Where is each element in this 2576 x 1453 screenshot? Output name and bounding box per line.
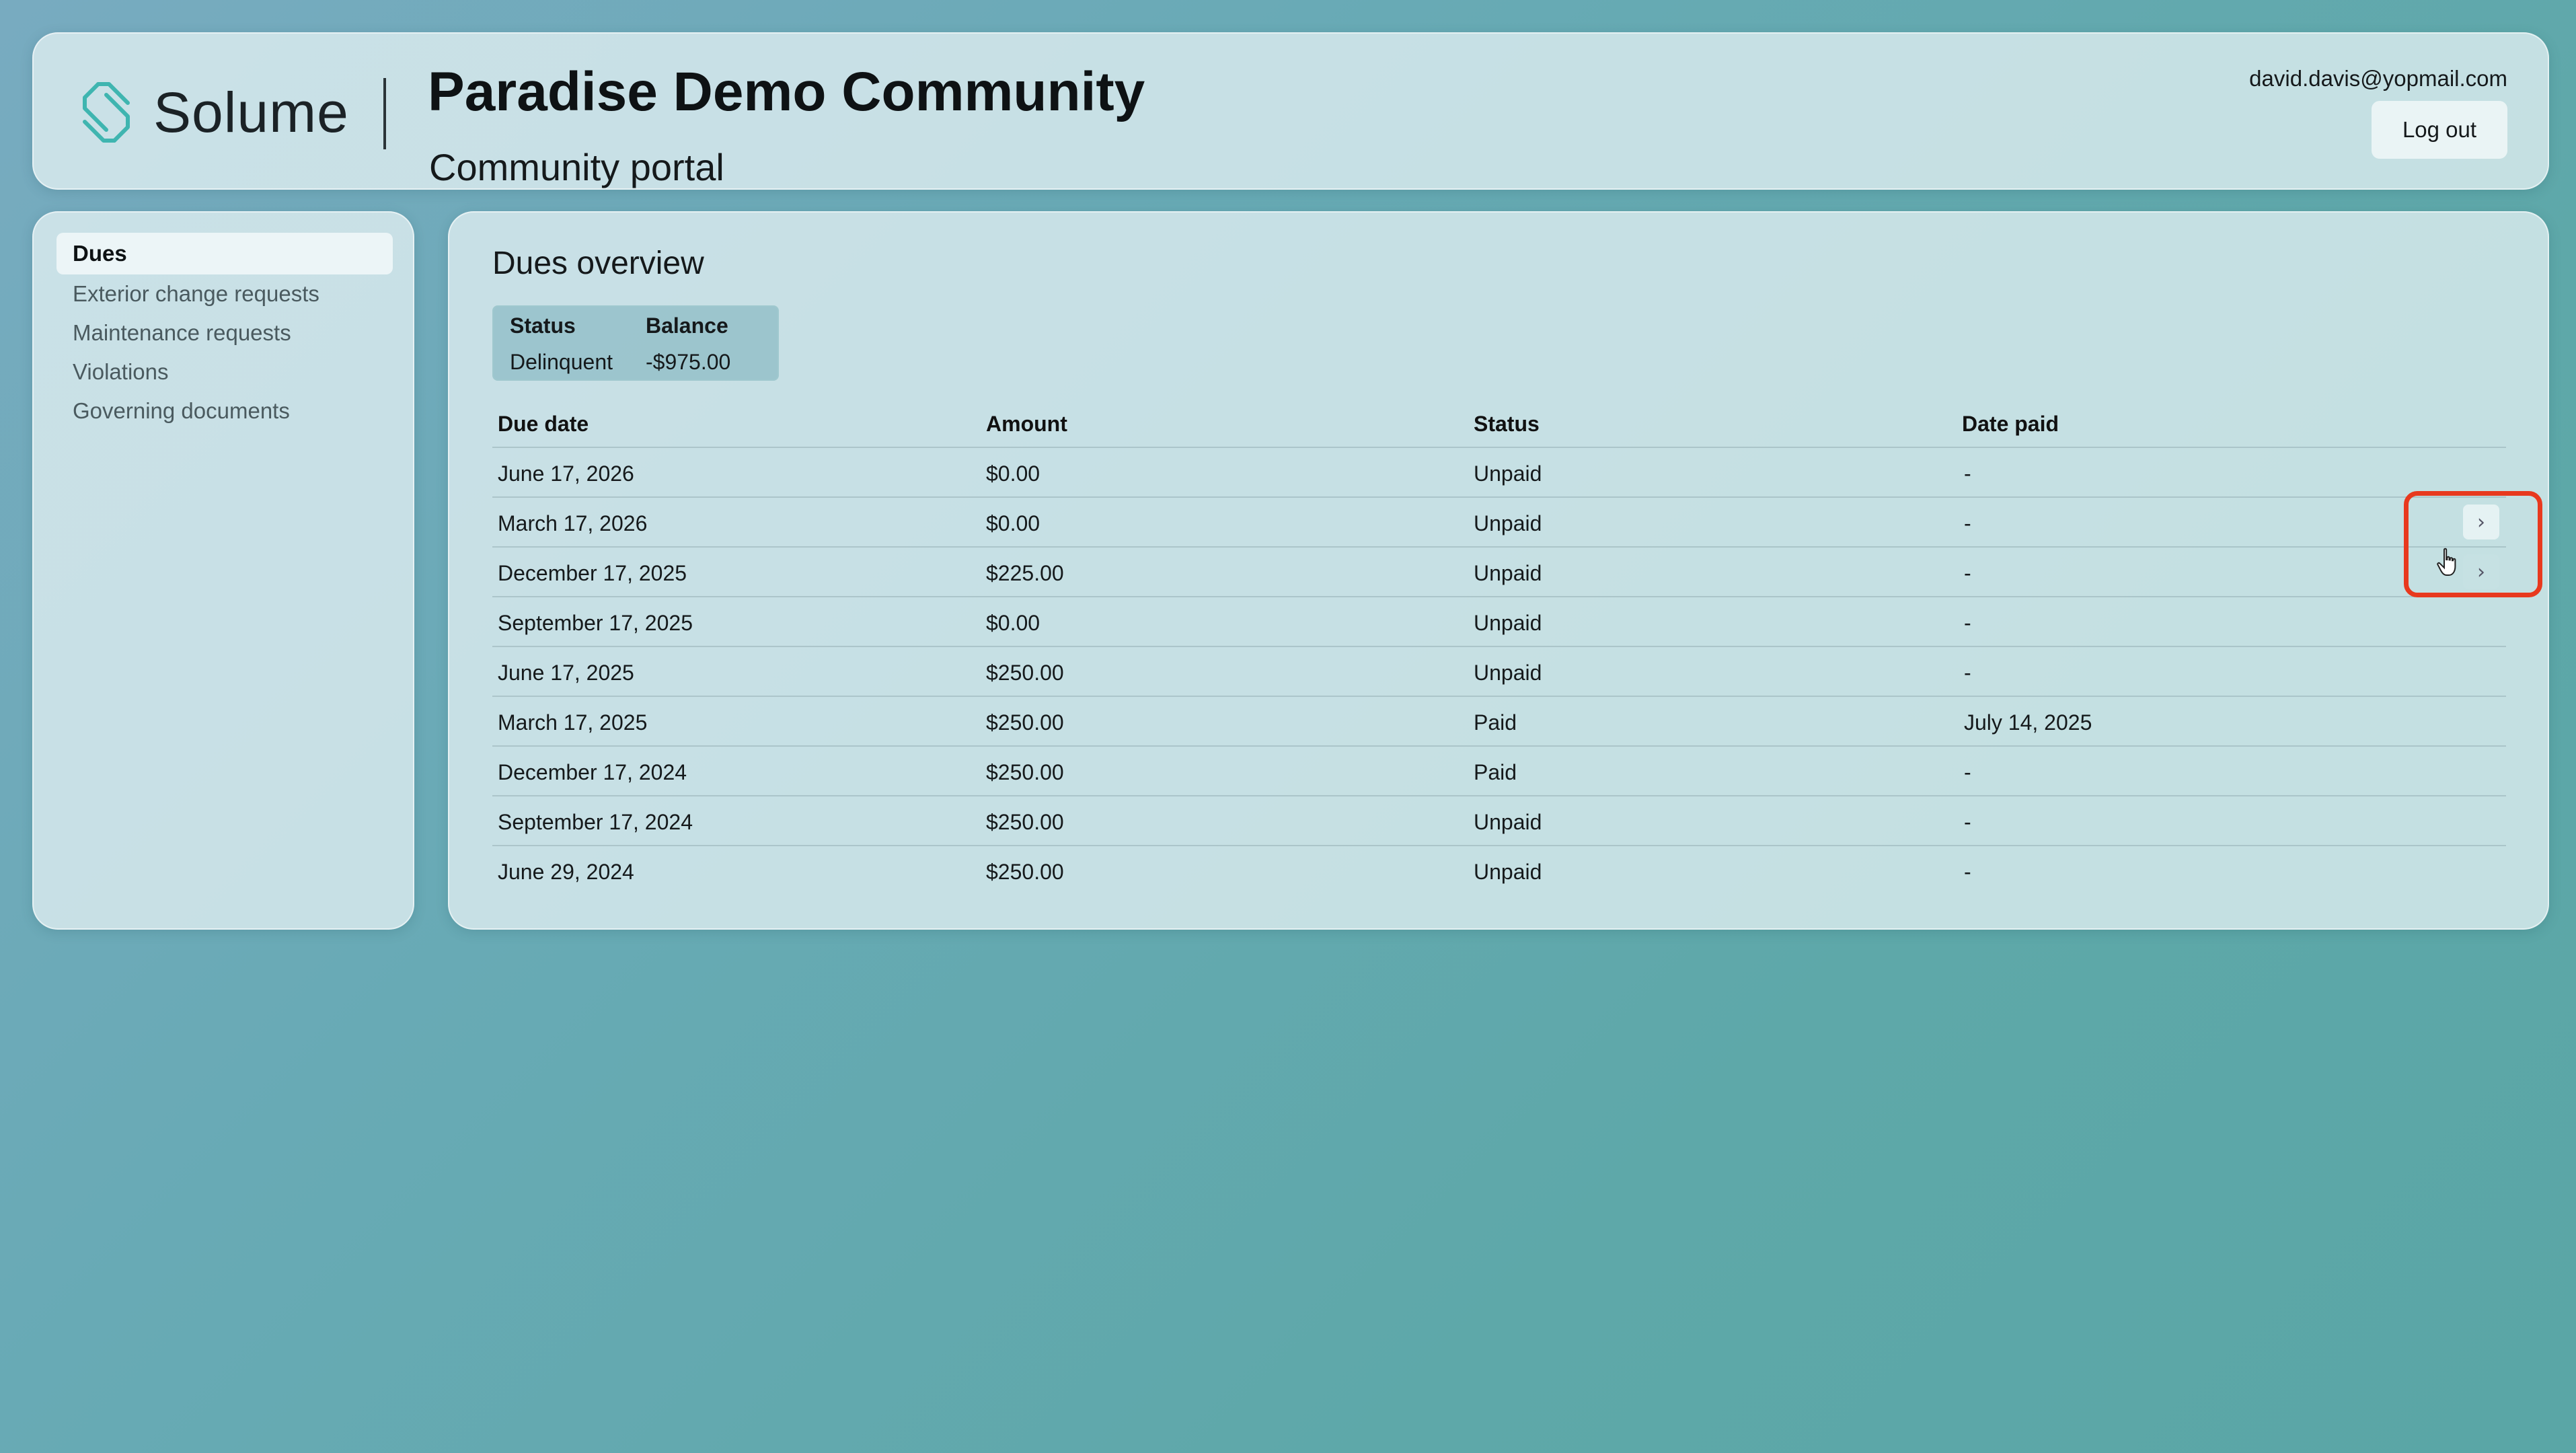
cell-amount: $225.00 (986, 561, 1064, 585)
cell-due-date: March 17, 2025 (498, 710, 648, 735)
cell-amount: $0.00 (986, 611, 1040, 635)
sidebar-item-maintenance-requests[interactable]: Maintenance requests (56, 312, 393, 354)
cell-status: Unpaid (1474, 860, 1542, 884)
cell-date-paid: - (1964, 860, 1971, 884)
summary-status-header: Status (510, 313, 576, 338)
dues-panel: Dues overview Status Balance Delinquent … (448, 211, 2549, 930)
brand-logo[interactable]: Solume (73, 77, 349, 147)
cell-due-date: June 17, 2026 (498, 461, 634, 486)
table-row: March 17, 2026 $0.00 Unpaid - › (492, 496, 2506, 546)
cell-status: Paid (1474, 760, 1517, 784)
cell-due-date: December 17, 2025 (498, 561, 687, 585)
sidebar-item-governing-documents[interactable]: Governing documents (56, 390, 393, 432)
cell-amount: $0.00 (986, 511, 1040, 535)
cell-due-date: December 17, 2024 (498, 760, 687, 784)
cell-amount: $250.00 (986, 860, 1064, 884)
column-header-amount: Amount (986, 412, 1067, 436)
column-header-date-paid: Date paid (1962, 412, 2059, 436)
cell-date-paid: - (1964, 810, 1971, 834)
cell-status: Unpaid (1474, 661, 1542, 685)
cell-due-date: March 17, 2026 (498, 511, 648, 535)
community-title: Paradise Demo Community (428, 61, 1145, 122)
table-row: June 17, 2026 $0.00 Unpaid - (492, 447, 2506, 496)
solume-logo-icon (83, 82, 130, 143)
app-header: Solume Paradise Demo Community Community… (32, 32, 2549, 190)
cell-date-paid: - (1964, 461, 1971, 486)
table-row: June 17, 2025 $250.00 Unpaid - (492, 646, 2506, 696)
column-header-status: Status (1474, 412, 1540, 436)
cell-due-date: September 17, 2024 (498, 810, 693, 834)
header-divider (383, 78, 386, 149)
cell-date-paid: - (1964, 611, 1971, 635)
cell-date-paid: - (1964, 661, 1971, 685)
highlight-box (2404, 491, 2542, 597)
sidebar-item-violations[interactable]: Violations (56, 351, 393, 393)
table-row: September 17, 2025 $0.00 Unpaid - (492, 596, 2506, 646)
summary-status-value: Delinquent (510, 350, 613, 374)
sidebar-item-exterior-change-requests[interactable]: Exterior change requests (56, 273, 393, 315)
cell-amount: $250.00 (986, 661, 1064, 685)
sidebar-item-dues[interactable]: Dues (56, 233, 393, 274)
cell-due-date: June 17, 2025 (498, 661, 634, 685)
cell-due-date: September 17, 2025 (498, 611, 693, 635)
cell-status: Paid (1474, 710, 1517, 735)
hand-cursor-icon (2437, 548, 2456, 576)
cell-amount: $250.00 (986, 810, 1064, 834)
cell-date-paid: - (1964, 760, 1971, 784)
cell-amount: $0.00 (986, 461, 1040, 486)
table-row: December 17, 2024 $250.00 Paid - (492, 745, 2506, 795)
page-title: Dues overview (492, 246, 704, 281)
cell-status: Unpaid (1474, 810, 1542, 834)
user-email: david.davis@yopmail.com (2249, 66, 2507, 91)
cell-due-date: June 29, 2024 (498, 860, 634, 884)
brand-name: Solume (153, 80, 349, 144)
cell-amount: $250.00 (986, 710, 1064, 735)
table-row: September 17, 2024 $250.00 Unpaid - (492, 795, 2506, 845)
dues-summary: Status Balance Delinquent -$975.00 (492, 305, 779, 381)
cell-status: Unpaid (1474, 561, 1542, 585)
summary-balance-header: Balance (646, 313, 728, 338)
table-row: March 17, 2025 $250.00 Paid July 14, 202… (492, 696, 2506, 745)
table-row: December 17, 2025 $225.00 Unpaid - › (492, 546, 2506, 596)
column-header-due-date: Due date (498, 412, 589, 436)
community-subtitle: Community portal (429, 146, 724, 188)
logout-button[interactable]: Log out (2372, 101, 2507, 159)
cell-date-paid: - (1964, 561, 1971, 585)
cell-amount: $250.00 (986, 760, 1064, 784)
summary-balance-value: -$975.00 (646, 350, 731, 374)
cell-status: Unpaid (1474, 611, 1542, 635)
cell-date-paid: July 14, 2025 (1964, 710, 2092, 735)
cell-status: Unpaid (1474, 511, 1542, 535)
sidebar: Dues Exterior change requests Maintenanc… (32, 211, 414, 930)
cell-date-paid: - (1964, 511, 1971, 535)
table-row: June 29, 2024 $250.00 Unpaid - (492, 845, 2506, 895)
cell-status: Unpaid (1474, 461, 1542, 486)
